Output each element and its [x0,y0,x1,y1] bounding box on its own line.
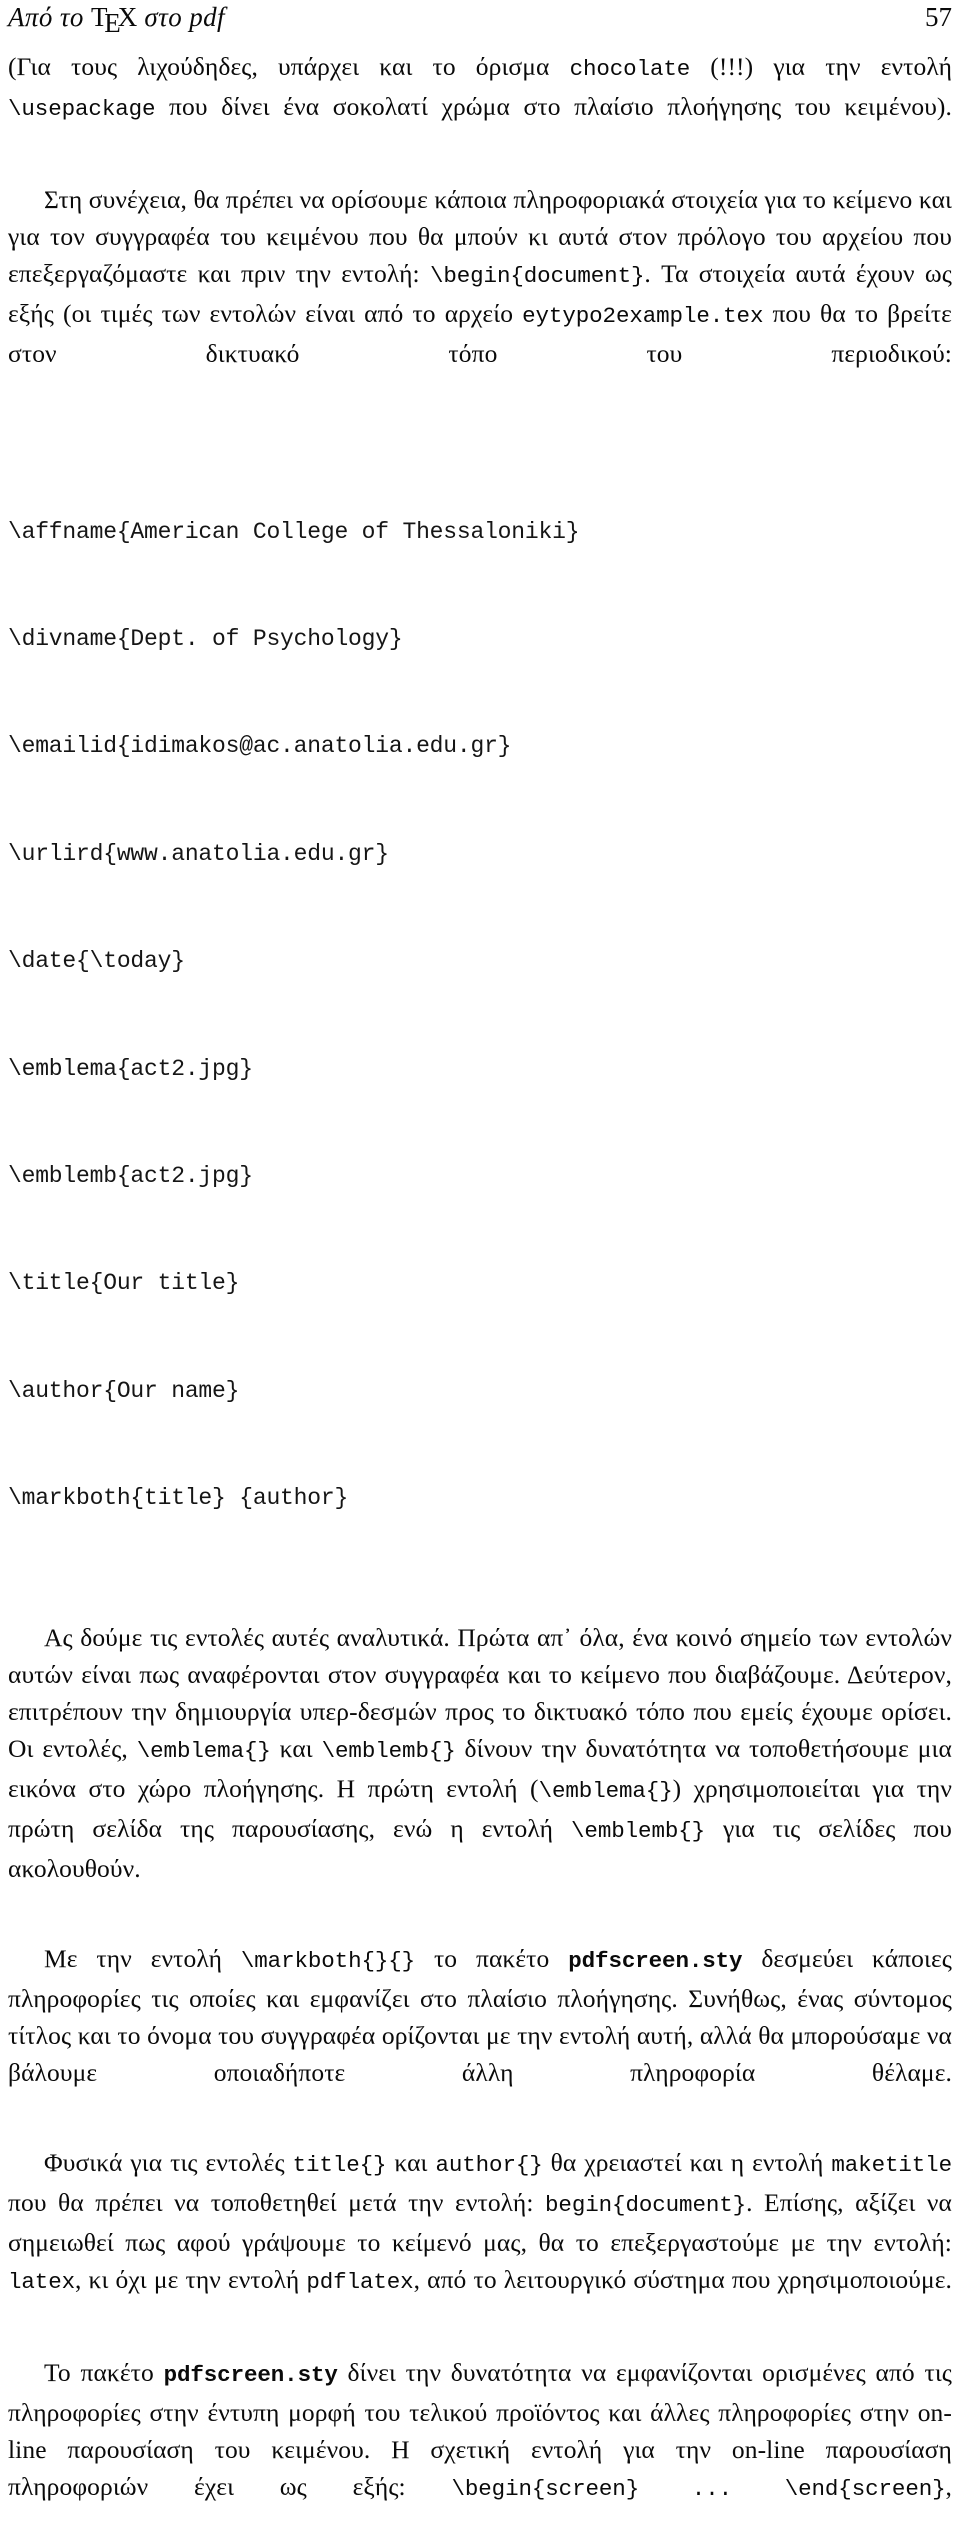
tex-logo: TEX [91,2,137,38]
code-line: \emblemb{act2.jpg} [8,1162,253,1189]
code-emblemb-2: \emblemb{} [571,1817,706,1844]
code-line: \markboth{title} {author} [8,1485,349,1512]
code-line: \date{\today} [8,948,185,975]
paragraph-command-analysis: Ας δούμε τις εντολές αυτές αναλυτικά. Πρ… [8,1619,952,1924]
tex-logo-e: E [104,7,121,38]
code-line: \emailid{idimakos@ac.anatolia.edu.gr} [8,733,512,760]
p5-seg6: , κι όχι με την εντολή [75,2264,307,2294]
code-latex: latex [8,2268,76,2295]
code-begin-document: \begin{document} [429,263,645,289]
text-column: (Για τους λιχούδηδες, υπάρχει και το όρι… [8,48,952,2545]
code-usepackage: \usepackage [8,96,156,122]
p4-seg2: το πακέτο [415,1943,569,1973]
code-line: \emblema{act2.jpg} [8,1055,253,1082]
paragraph-screen-env: Το πακέτο pdfscreen.sty δίνει την δυνατό… [8,2354,952,2545]
code-pdfscreen-sty-1: pdfscreen.sty [568,1947,743,1974]
p6-seg1: Το πακέτο [44,2357,164,2387]
code-chocolate: chocolate [569,56,691,82]
code-emblema-2: \emblema{} [538,1777,673,1804]
code-title: title{} [292,2151,387,2178]
code-emblemb-1: \emblemb{} [321,1737,456,1764]
p6-seg4 [732,2476,785,2502]
code-emblema-1: \emblema{} [136,1737,271,1764]
running-header-title: Από το TEX στο pdf [8,2,225,38]
code-block: \affname{American College of Thessalonik… [8,443,952,1589]
document-page: Από το TEX στο pdf 57 (Για τους λιχούδηδ… [0,0,960,2502]
p4-seg1: Με την εντολή [44,1943,241,1973]
code-line: \divname{Dept. of Psychology} [8,625,403,652]
paragraph-maketitle: Φυσικά για τις εντολές title{} και autho… [8,2144,952,2338]
p5-seg2: και [386,2147,436,2177]
code-markboth: \markboth{}{} [240,1947,416,1974]
p1-seg2: (!!!) για την εντολή [690,52,952,81]
p1-seg3: που δίνει ένα σοκολατί χρώμα στο πλαίσιο… [155,92,952,121]
p5-seg7: , από το λειτουργικό σύστημα που χρησιμο… [413,2264,953,2294]
p6-seg5: , [945,2471,953,2501]
header-title-suffix: στο pdf [137,2,225,32]
code-begin-screen: \begin{screen} [451,2475,640,2502]
p5-seg4: που θα πρέπει να τοποθετηθεί μετά την εν… [8,2187,546,2217]
code-maketitle: maketitle [831,2151,952,2178]
code-end-screen: \end{screen} [784,2475,946,2502]
code-line: \title{Our title} [8,1270,240,1297]
code-author: author{} [435,2151,543,2178]
header-title-prefix: Από το [8,2,91,32]
code-ellipsis: ... [691,2475,733,2502]
p3-seg2: και [270,1733,322,1763]
p5-seg1: Φυσικά για τις εντολές [44,2147,293,2177]
running-header: Από το TEX στο pdf 57 [8,2,952,42]
page-number: 57 [925,2,952,32]
code-line: \affname{American College of Thessalonik… [8,518,580,545]
code-line: \urlird{www.anatolia.edu.gr} [8,840,389,867]
p1-seg1: (Για τους λιχούδηδες, υπάρχει και το όρι… [8,52,570,81]
p6-seg3 [639,2476,692,2502]
code-eytypo2example: eytypo2example.tex [522,303,764,329]
code-pdfscreen-sty-2: pdfscreen.sty [163,2361,338,2388]
code-begin-document-2: begin{document} [545,2191,747,2218]
paragraph-chocolate-note: (Για τους λιχούδηδες, υπάρχει και το όρι… [8,48,952,165]
paragraph-document-info: Στη συνέχεια, θα πρέπει να ορίσουμε κάπο… [8,181,952,409]
code-line: \author{Our name} [8,1377,240,1404]
p5-seg3: θα χρειαστεί και η εντολή [542,2147,832,2177]
paragraph-markboth: Με την εντολή \markboth{}{} το πακέτο pd… [8,1940,952,2128]
code-pdflatex: pdflatex [306,2268,414,2295]
